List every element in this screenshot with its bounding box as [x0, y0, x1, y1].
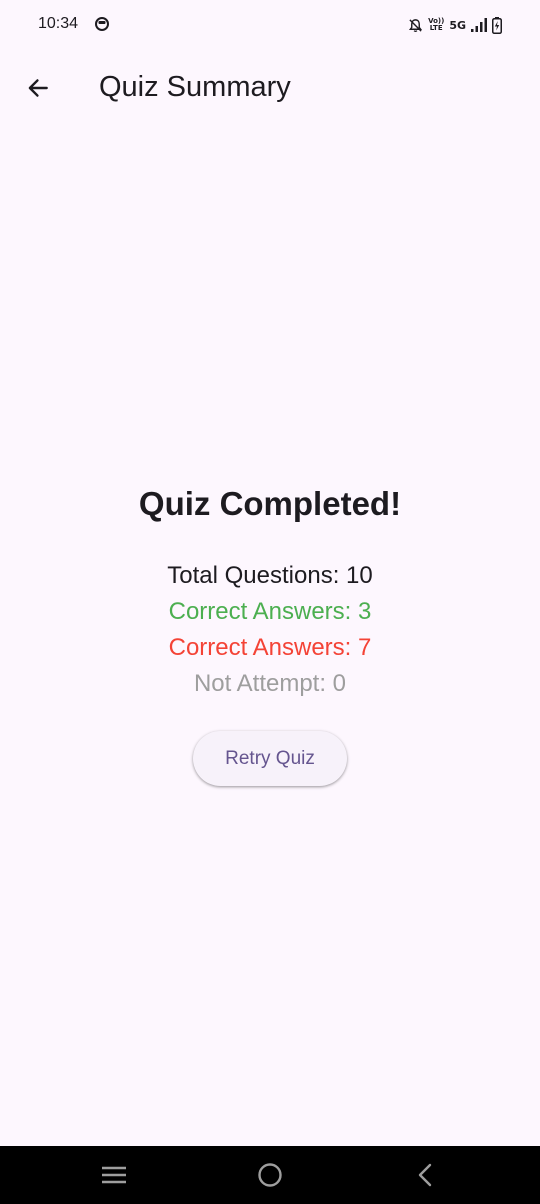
status-time: 10:34: [38, 15, 79, 32]
summary-heading: Quiz Completed!: [138, 485, 402, 522]
recent-apps-button[interactable]: [84, 1146, 144, 1204]
quiz-summary: Quiz Completed! Total Questions: 10 Corr…: [0, 480, 540, 702]
status-icons: Vo)) LTE 5G: [408, 15, 502, 35]
home-button[interactable]: [240, 1146, 300, 1204]
back-button[interactable]: [14, 64, 62, 112]
system-nav-bar: [0, 1146, 540, 1204]
app-bar: Quiz Summary: [0, 56, 540, 120]
volte-icon: Vo)) LTE: [428, 18, 444, 32]
status-bar: 10:34 Vo)) LTE 5G: [0, 0, 540, 50]
stats-list: Total Questions: 10 Correct Answers: 3 C…: [0, 558, 540, 702]
nav-back-button[interactable]: [395, 1146, 455, 1204]
app-notification-icon: [95, 17, 109, 31]
home-icon: [258, 1163, 282, 1187]
battery-charging-icon: [492, 16, 502, 34]
not-attempted: Not Attempt: 0: [193, 670, 347, 697]
signal-icon: [471, 18, 487, 32]
incorrect-answers: Correct Answers: 7: [168, 634, 372, 661]
total-questions: Total Questions: 10: [167, 562, 373, 589]
mute-bell-icon: [409, 18, 423, 32]
arrow-left-icon: [28, 79, 48, 97]
back-icon: [418, 1163, 432, 1187]
network-type: 5G: [449, 18, 466, 32]
volte-bottom: LTE: [429, 24, 443, 32]
page-title: Quiz Summary: [99, 71, 291, 103]
recent-apps-icon: [102, 1166, 126, 1184]
retry-quiz-button[interactable]: Retry Quiz: [193, 731, 347, 786]
correct-answers: Correct Answers: 3: [168, 598, 372, 625]
